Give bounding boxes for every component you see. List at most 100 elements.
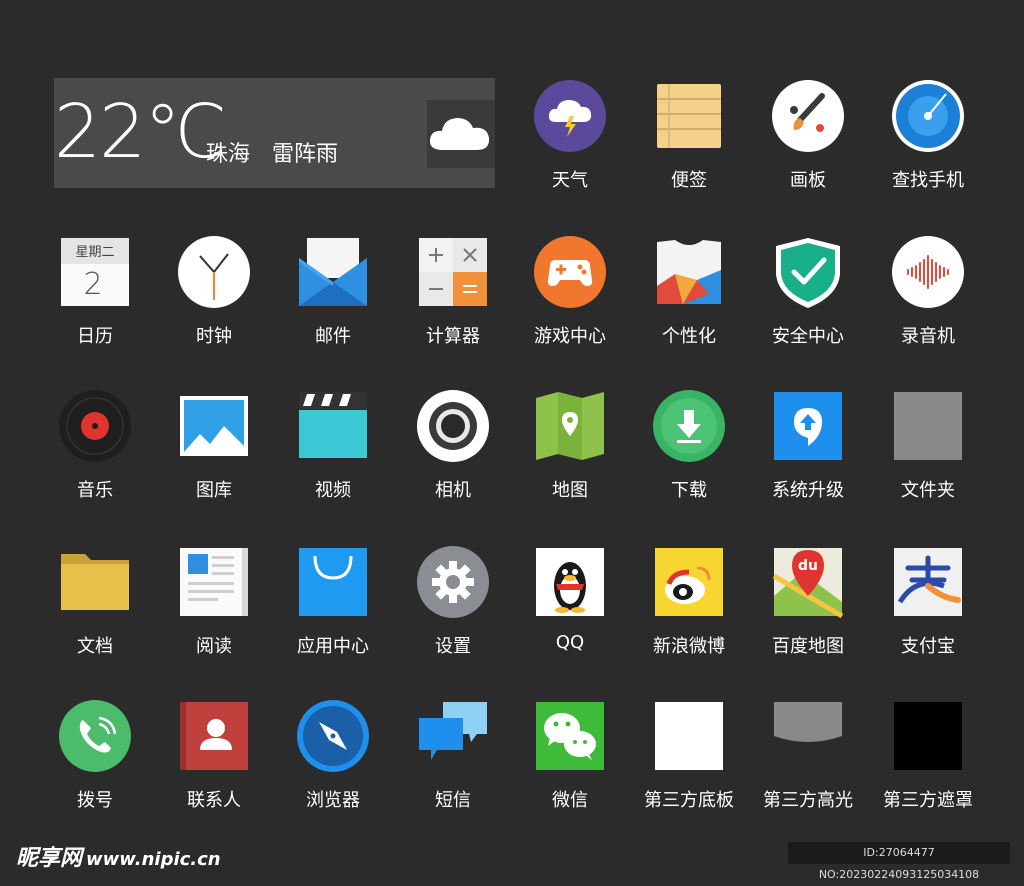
app-store[interactable]: 应用中心 — [273, 546, 393, 671]
clapperboard-icon — [297, 390, 369, 462]
download-arrow-icon — [653, 390, 725, 462]
envelope-icon — [297, 236, 369, 308]
palette-brush-icon — [772, 80, 844, 152]
shield-check-icon — [772, 236, 844, 308]
app-label: 新浪微博 — [653, 636, 725, 657]
app-theme[interactable]: 个性化 — [629, 236, 749, 361]
folder-placeholder-icon — [892, 390, 964, 462]
app-qq[interactable]: QQ — [510, 546, 630, 671]
app-dialer[interactable]: 拨号 — [35, 700, 155, 825]
weather-widget[interactable]: 22℃ 珠海 雷阵雨 — [54, 78, 495, 188]
app-baidu-map[interactable]: du 百度地图 — [748, 546, 868, 671]
app-label: 游戏中心 — [534, 326, 606, 347]
weather-temperature: 22℃ — [54, 89, 227, 175]
wechat-bubbles-icon — [534, 700, 606, 772]
app-calculator[interactable]: 计算器 — [393, 236, 513, 361]
app-label: 拨号 — [77, 790, 113, 811]
mountain-image-icon — [178, 390, 250, 462]
app-paint[interactable]: 画板 — [748, 80, 868, 205]
app-label: 设置 — [435, 636, 471, 657]
app-label: 便签 — [671, 170, 707, 191]
phone-icon — [59, 700, 131, 772]
app-mail[interactable]: 邮件 — [273, 236, 393, 361]
app-alipay[interactable]: 支付宝 — [868, 546, 988, 671]
app-third-highlight[interactable]: 第三方高光 — [748, 700, 868, 825]
weibo-eye-icon — [653, 546, 725, 618]
app-label: 下载 — [671, 480, 707, 501]
watermark-brand-name: 昵享网 — [16, 846, 83, 871]
app-label: QQ — [555, 632, 585, 653]
calendar-icon: 星期二 2 — [59, 236, 131, 308]
app-label: 日历 — [77, 326, 113, 347]
app-camera[interactable]: 相机 — [393, 390, 513, 515]
penguin-icon — [534, 546, 606, 618]
app-label: 系统升级 — [772, 480, 844, 501]
app-weibo[interactable]: 新浪微博 — [629, 546, 749, 671]
app-video[interactable]: 视频 — [273, 390, 393, 515]
app-game-center[interactable]: 游戏中心 — [510, 236, 630, 361]
app-label: 视频 — [315, 480, 351, 501]
app-label: 短信 — [435, 790, 471, 811]
calendar-weekday: 星期二 — [75, 245, 114, 260]
app-label: 应用中心 — [297, 636, 369, 657]
app-label: 文档 — [77, 636, 113, 657]
app-gallery[interactable]: 图库 — [154, 390, 274, 515]
chat-bubbles-icon — [417, 700, 489, 772]
tshirt-palette-icon — [653, 236, 725, 308]
alipay-zhi-icon — [892, 546, 964, 618]
app-label: 第三方底板 — [644, 790, 734, 811]
app-files[interactable]: 文件夹 — [868, 390, 988, 515]
app-reader[interactable]: 阅读 — [154, 546, 274, 671]
app-label: 邮件 — [315, 326, 351, 347]
app-label: 微信 — [552, 790, 588, 811]
app-label: 安全中心 — [772, 326, 844, 347]
app-clock[interactable]: 时钟 — [154, 236, 274, 361]
notepad-icon — [653, 80, 725, 152]
app-weather[interactable]: 天气 — [510, 80, 630, 205]
app-documents[interactable]: 文档 — [35, 546, 155, 671]
app-music[interactable]: 音乐 — [35, 390, 155, 515]
app-browser[interactable]: 浏览器 — [273, 700, 393, 825]
app-label: 录音机 — [901, 326, 955, 347]
app-label: 查找手机 — [892, 170, 964, 191]
watermark-id: ID:27064477 NO:20230224093125034108 — [788, 842, 1010, 881]
app-label: 百度地图 — [772, 636, 844, 657]
white-square-icon — [653, 700, 725, 772]
watermark-brand: 昵享网 www.nipic.cn — [16, 840, 221, 872]
weather-condition: 雷阵雨 — [272, 142, 339, 167]
app-label: 支付宝 — [901, 636, 955, 657]
calculator-icon — [417, 236, 489, 308]
app-third-mask[interactable]: 第三方遮罩 — [868, 700, 988, 825]
app-settings[interactable]: 设置 — [393, 546, 513, 671]
app-recorder[interactable]: 录音机 — [868, 236, 988, 361]
baidu-du-text: du — [798, 558, 818, 574]
app-label: 图库 — [196, 480, 232, 501]
app-notes[interactable]: 便签 — [629, 80, 749, 205]
app-label: 音乐 — [77, 480, 113, 501]
app-calendar[interactable]: 星期二 2 日历 — [35, 236, 155, 361]
app-maps[interactable]: 地图 — [510, 390, 630, 515]
cloud-icon — [427, 100, 495, 168]
app-label: 画板 — [790, 170, 826, 191]
app-label: 地图 — [552, 480, 588, 501]
watermark-footer: 昵享网 www.nipic.cn ID:27064477 NO:202302240… — [0, 834, 1024, 881]
app-label: 计算器 — [426, 326, 480, 347]
app-system-update[interactable]: 系统升级 — [748, 390, 868, 515]
app-sms[interactable]: 短信 — [393, 700, 513, 825]
highlight-shape-icon — [772, 700, 844, 772]
gear-icon — [417, 546, 489, 618]
app-label: 时钟 — [196, 326, 232, 347]
app-label: 个性化 — [662, 326, 716, 347]
weather-city: 珠海 — [206, 142, 251, 167]
app-contacts[interactable]: 联系人 — [154, 700, 274, 825]
app-wechat[interactable]: 微信 — [510, 700, 630, 825]
app-find-phone[interactable]: 查找手机 — [868, 80, 988, 205]
newspaper-icon — [178, 546, 250, 618]
calendar-day: 2 — [83, 267, 102, 302]
app-third-base[interactable]: 第三方底板 — [629, 700, 749, 825]
app-security[interactable]: 安全中心 — [748, 236, 868, 361]
app-label: 第三方遮罩 — [883, 790, 973, 811]
baidu-map-pin-icon: du — [772, 546, 844, 618]
app-label: 相机 — [435, 480, 471, 501]
app-download[interactable]: 下载 — [629, 390, 749, 515]
